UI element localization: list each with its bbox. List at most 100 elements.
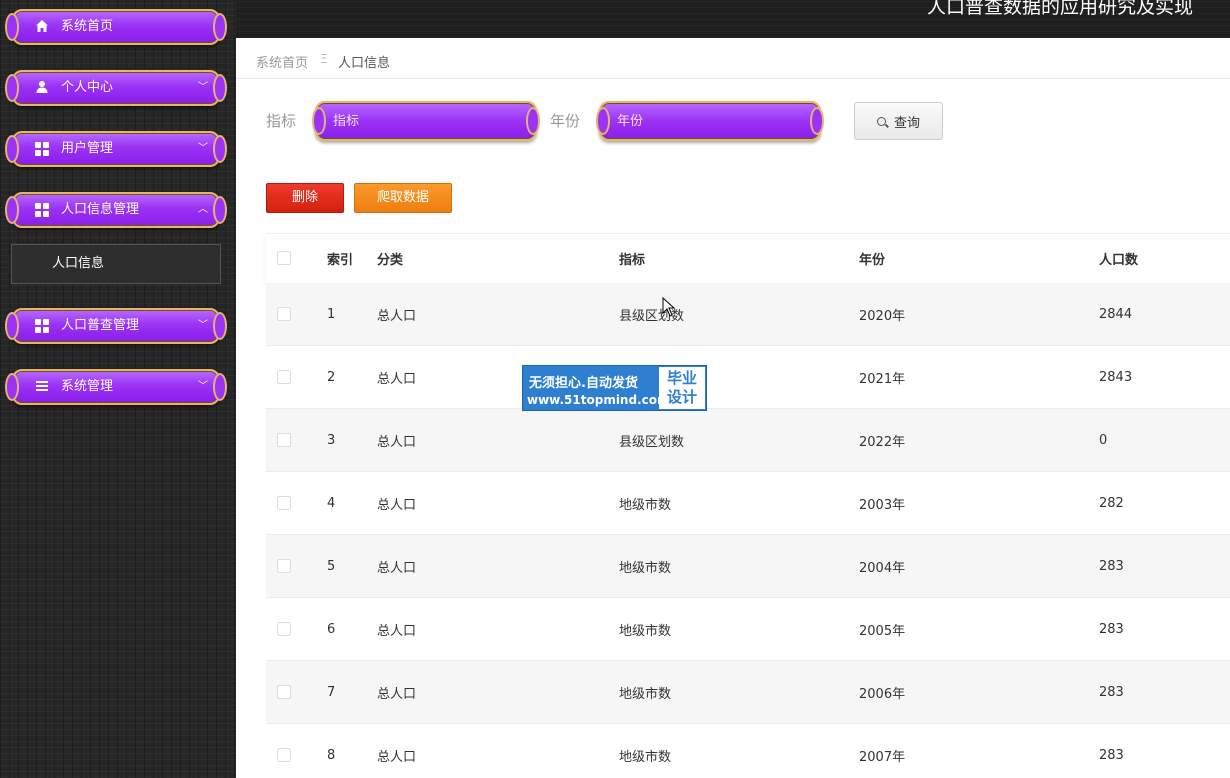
app-title: 人口普查数据的应用研究及实现: [926, 0, 1193, 18]
list-icon: [34, 379, 50, 395]
row-checkbox[interactable]: [277, 496, 291, 510]
cell-population: 283: [1099, 621, 1124, 637]
watermark-badge: 无须担心.自动发货 www.51topmind.com 毕业 设计: [522, 365, 707, 411]
table-row[interactable]: 4 总人口 地级市数 2003年 282: [266, 472, 1230, 535]
population-table: 索引 分类 指标 年份 人口数 1 总人口 县级区划数 2020年 2844 2…: [266, 233, 1230, 778]
cell-year: 2005年: [859, 623, 906, 639]
column-header-population[interactable]: 人口数: [1099, 234, 1138, 283]
row-checkbox[interactable]: [277, 433, 291, 447]
chevron-down-icon: ﹀: [198, 320, 208, 331]
cell-indicator: 地级市数: [619, 497, 672, 513]
year-search-box: [595, 101, 825, 141]
row-checkbox[interactable]: [277, 685, 291, 699]
cell-indicator: 地级市数: [619, 686, 672, 702]
sidebar-item-label: 个人中心: [61, 80, 114, 95]
cell-index: 1: [327, 306, 336, 322]
table-row[interactable]: 1 总人口 县级区划数 2020年 2844: [266, 283, 1230, 346]
sidebar-item-label: 人口普查管理: [61, 318, 140, 333]
select-all-checkbox[interactable]: [277, 251, 291, 265]
cell-population: 2844: [1099, 306, 1133, 322]
sidebar-item-label: 人口信息管理: [61, 202, 140, 217]
watermark-tag-line2: 设计: [666, 388, 697, 406]
year-label: 年份: [550, 112, 581, 130]
cell-indicator: 地级市数: [619, 623, 672, 639]
watermark-tag-line1: 毕业: [666, 369, 697, 387]
grid-icon: [34, 318, 50, 334]
breadcrumb-home[interactable]: 系统首页: [256, 52, 308, 71]
breadcrumb-current: 人口信息: [338, 56, 391, 71]
column-header-year[interactable]: 年份: [859, 234, 885, 283]
crawl-data-button[interactable]: 爬取数据: [354, 183, 452, 213]
cell-year: 2006年: [859, 686, 906, 702]
indicator-search-box: [311, 101, 541, 141]
home-icon: [34, 19, 50, 35]
table-row[interactable]: 8 总人口 地级市数 2007年 283: [266, 724, 1230, 778]
cell-category: 总人口: [377, 749, 417, 765]
cell-index: 8: [327, 747, 336, 763]
delete-button[interactable]: 删除: [266, 183, 344, 213]
cell-population: 0: [1099, 432, 1108, 448]
watermark-line1: 无须担心.自动发货: [529, 376, 638, 391]
cell-category: 总人口: [377, 623, 417, 639]
sidebar-item-population-info-management[interactable]: 人口信息管理 ︿: [4, 190, 228, 230]
cell-category: 总人口: [377, 686, 417, 702]
cell-population: 283: [1099, 747, 1124, 763]
cell-category: 总人口: [377, 434, 417, 450]
cell-year: 2004年: [859, 560, 906, 576]
indicator-label: 指标: [266, 112, 297, 130]
cell-year: 2007年: [859, 749, 906, 765]
year-input[interactable]: [617, 111, 787, 131]
row-checkbox[interactable]: [277, 622, 291, 636]
grid-icon: [34, 141, 50, 157]
cell-population: 283: [1099, 558, 1124, 574]
row-checkbox[interactable]: [277, 307, 291, 321]
cell-indicator: 地级市数: [619, 749, 672, 765]
sidebar-item-personal-center[interactable]: 个人中心 ﹀: [4, 68, 228, 108]
cell-index: 6: [327, 621, 336, 637]
row-checkbox[interactable]: [277, 370, 291, 384]
column-header-category[interactable]: 分类: [377, 234, 403, 283]
cell-population: 282: [1099, 495, 1124, 511]
watermark-tag: 毕业 设计: [659, 367, 705, 409]
sidebar: 系统首页 个人中心 ﹀ 用户管理 ﹀ 人口信息管理 ︿ 人口信息 人口普查管理 …: [0, 0, 236, 778]
row-checkbox[interactable]: [277, 559, 291, 573]
cell-indicator: 县级区划数: [619, 434, 685, 450]
sidebar-item-label: 系统管理: [61, 379, 114, 394]
table-row[interactable]: 3 总人口 县级区划数 2022年 0: [266, 409, 1230, 472]
cell-year: 2022年: [859, 434, 906, 450]
cell-year: 2003年: [859, 497, 906, 513]
table-row[interactable]: 6 总人口 地级市数 2005年 283: [266, 598, 1230, 661]
column-header-index[interactable]: 索引: [327, 234, 353, 283]
table-header: 索引 分类 指标 年份 人口数: [266, 233, 1230, 283]
chevron-down-icon: ﹀: [198, 143, 208, 154]
sidebar-item-system-management[interactable]: 系统管理 ﹀: [4, 367, 228, 407]
chevron-up-icon: ︿: [198, 204, 208, 215]
search-icon: [876, 116, 886, 126]
indicator-input[interactable]: [333, 111, 503, 131]
sidebar-item-user-management[interactable]: 用户管理 ﹀: [4, 129, 228, 169]
cell-year: 2021年: [859, 371, 906, 387]
user-icon: [34, 80, 50, 96]
table-row[interactable]: 5 总人口 地级市数 2004年 283: [266, 535, 1230, 598]
cell-category: 总人口: [377, 560, 417, 576]
table-row[interactable]: 2 总人口 2021年 2843: [266, 346, 1230, 409]
column-header-indicator[interactable]: 指标: [619, 234, 645, 283]
sidebar-item-home[interactable]: 系统首页: [4, 7, 228, 47]
breadcrumb-separator-icon: Ξ: [320, 52, 328, 66]
query-button[interactable]: 查询: [854, 102, 943, 140]
cell-category: 总人口: [377, 497, 417, 513]
cell-index: 5: [327, 558, 336, 574]
cell-category: 总人口: [377, 371, 417, 387]
breadcrumb: 系统首页 Ξ 人口信息: [236, 38, 1230, 79]
cell-index: 7: [327, 684, 336, 700]
sidebar-subitem-population-info[interactable]: 人口信息: [11, 244, 221, 284]
sidebar-item-census-management[interactable]: 人口普查管理 ﹀: [4, 306, 228, 346]
chevron-down-icon: ﹀: [198, 82, 208, 93]
sidebar-item-label: 系统首页: [61, 19, 114, 34]
table-row[interactable]: 7 总人口 地级市数 2006年 283: [266, 661, 1230, 724]
cell-category: 总人口: [377, 308, 417, 324]
query-button-label: 查询: [893, 115, 920, 131]
row-checkbox[interactable]: [277, 748, 291, 762]
cell-population: 283: [1099, 684, 1124, 700]
cell-index: 2: [327, 369, 336, 385]
